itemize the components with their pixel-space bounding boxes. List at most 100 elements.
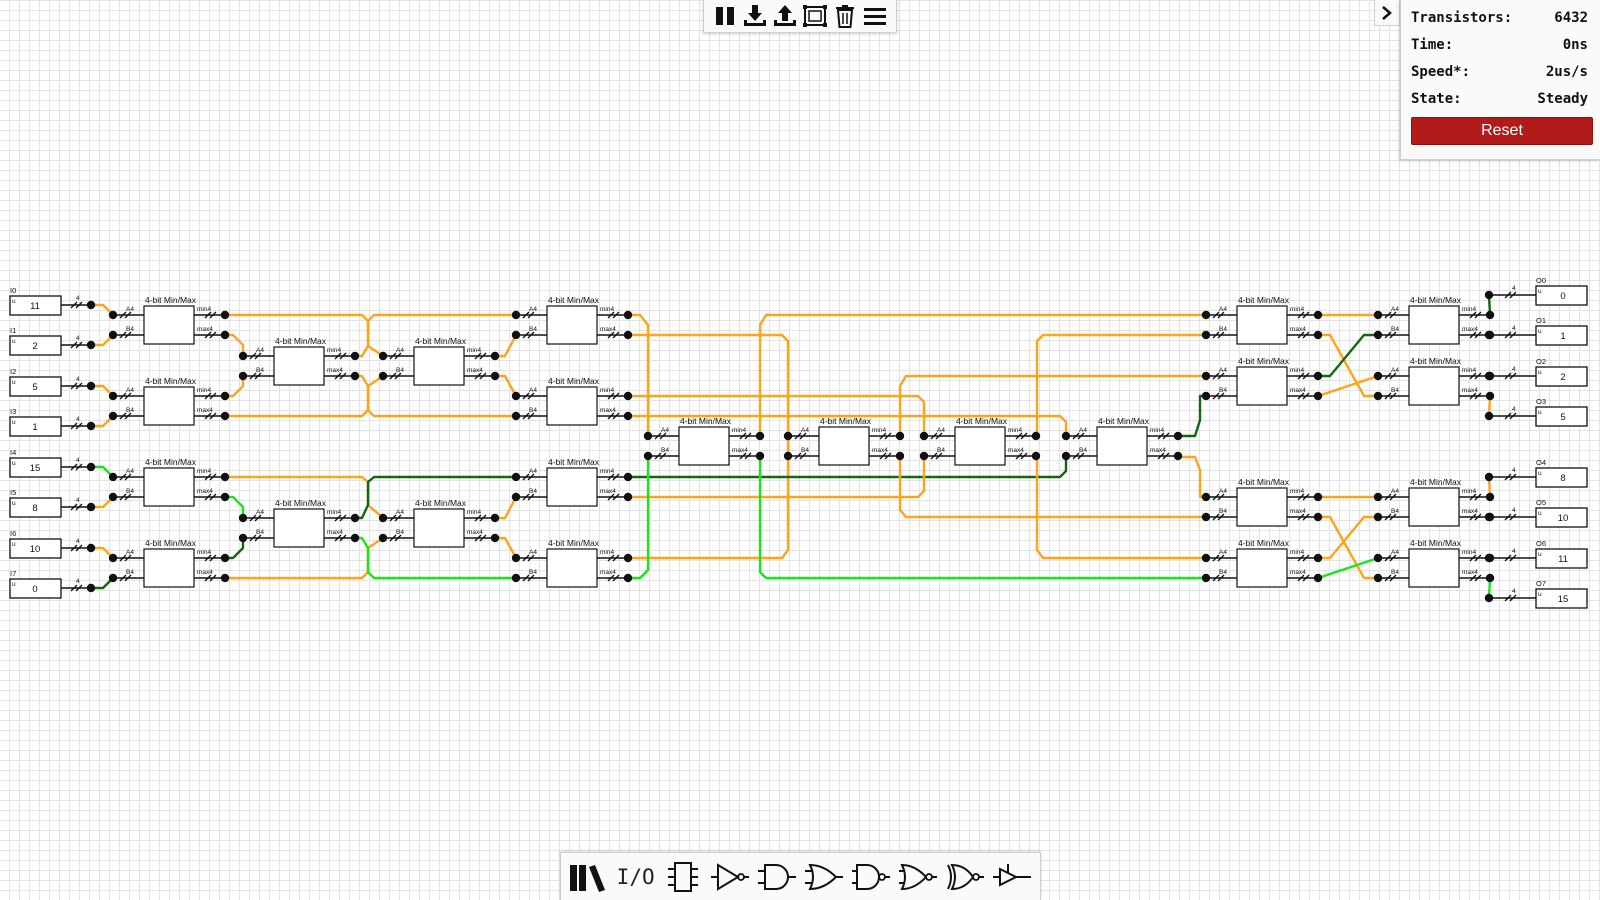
wire[interactable]: [495, 374, 518, 397]
connection-point[interactable]: [378, 351, 388, 361]
minmax-component[interactable]: 4-bit Min/Max A4 min4 B4 max4: [511, 295, 633, 345]
connection-point[interactable]: [1201, 573, 1211, 583]
wire[interactable]: [1317, 374, 1379, 398]
minmax-component[interactable]: 4-bit Min/Max A4 min4 B4 max4: [108, 376, 230, 426]
connection-point[interactable]: [623, 573, 633, 583]
component-body[interactable]: [818, 426, 870, 466]
connection-point[interactable]: [623, 411, 633, 421]
connection-point[interactable]: [108, 573, 118, 583]
component-body[interactable]: [273, 346, 325, 386]
connection-point[interactable]: [238, 533, 248, 543]
minmax-component[interactable]: 4-bit Min/Max A4 min4 B4 max4: [1201, 538, 1323, 588]
wire[interactable]: [1318, 333, 1378, 378]
component-body[interactable]: [143, 467, 195, 507]
connection-point[interactable]: [1173, 451, 1183, 461]
connection-point[interactable]: [86, 502, 96, 512]
component-body[interactable]: [1236, 487, 1288, 527]
output-o6[interactable]: 4 O6 u 11: [1484, 539, 1588, 569]
connection-point[interactable]: [490, 513, 500, 523]
wire[interactable]: [1178, 394, 1206, 438]
connection-point[interactable]: [623, 330, 633, 340]
minmax-component[interactable]: 4-bit Min/Max A4 min4 B4 max4: [1373, 356, 1495, 406]
connection-point[interactable]: [378, 513, 388, 523]
component-body[interactable]: [1096, 426, 1148, 466]
menu-button[interactable]: [862, 3, 888, 29]
nand-gate-tool[interactable]: [848, 857, 895, 897]
output-o5[interactable]: 4 O5 u 10: [1484, 498, 1588, 528]
connection-point[interactable]: [220, 310, 230, 320]
connection-point[interactable]: [1485, 391, 1495, 401]
connection-point[interactable]: [511, 472, 521, 482]
component-body[interactable]: [1408, 366, 1460, 406]
connection-point[interactable]: [490, 533, 500, 543]
wire[interactable]: [495, 334, 518, 358]
wire[interactable]: [1035, 457, 1206, 560]
input-i1[interactable]: I1 u 2 4: [9, 326, 96, 356]
connection-point[interactable]: [238, 513, 248, 523]
component-body[interactable]: [1236, 305, 1288, 345]
delete-button[interactable]: [832, 3, 858, 29]
connection-point[interactable]: [86, 340, 96, 350]
minmax-component[interactable]: 4-bit Min/Max A4 min4 B4 max4: [643, 416, 765, 466]
connection-point[interactable]: [511, 330, 521, 340]
connection-point[interactable]: [220, 573, 230, 583]
component-body[interactable]: [1408, 487, 1460, 527]
connection-point[interactable]: [919, 431, 929, 441]
connection-point[interactable]: [1031, 451, 1041, 461]
minmax-component[interactable]: 4-bit Min/Max A4 min4 B4 max4: [919, 416, 1041, 466]
connection-point[interactable]: [350, 513, 360, 523]
connection-point[interactable]: [623, 553, 633, 563]
connection-point[interactable]: [1485, 492, 1495, 502]
connection-point[interactable]: [1373, 553, 1383, 563]
component-body[interactable]: [546, 386, 598, 426]
component-body[interactable]: [143, 548, 195, 588]
input-i6[interactable]: I6 u 10 4: [9, 529, 96, 559]
connection-point[interactable]: [1061, 451, 1071, 461]
connection-point[interactable]: [108, 492, 118, 502]
nor-gate-tool[interactable]: [895, 857, 942, 897]
circuit-canvas[interactable]: 4-bit Min/Max A4 min4 B4 max4 4-bit Min/Max A4…: [0, 0, 1600, 900]
component-body[interactable]: [1236, 548, 1288, 588]
connection-point[interactable]: [1373, 512, 1383, 522]
connection-point[interactable]: [220, 492, 230, 502]
minmax-component[interactable]: 4-bit Min/Max A4 min4 B4 max4: [1201, 356, 1323, 406]
minmax-component[interactable]: 4-bit Min/Max A4 min4 B4 max4: [783, 416, 905, 466]
chip-tool[interactable]: [659, 857, 706, 897]
connection-point[interactable]: [1313, 492, 1323, 502]
minmax-component[interactable]: 4-bit Min/Max A4 min4 B4 max4: [108, 538, 230, 588]
minmax-component[interactable]: 4-bit Min/Max A4 min4 B4 max4: [238, 498, 360, 548]
tristate-buffer-tool[interactable]: [989, 857, 1036, 897]
connection-point[interactable]: [350, 371, 360, 381]
component-body[interactable]: [546, 548, 598, 588]
output-o4[interactable]: 4 O4 u 8: [1484, 458, 1588, 488]
connection-point[interactable]: [1201, 391, 1211, 401]
connection-point[interactable]: [108, 310, 118, 320]
wire[interactable]: [1317, 556, 1379, 580]
connection-point[interactable]: [86, 462, 96, 472]
minmax-component[interactable]: 4-bit Min/Max A4 min4 B4 max4: [108, 457, 230, 507]
output-o2[interactable]: 4 O2 u 2: [1484, 357, 1588, 387]
component-body[interactable]: [413, 508, 465, 548]
wire[interactable]: [1318, 515, 1378, 560]
connection-point[interactable]: [511, 553, 521, 563]
download-button[interactable]: [742, 3, 768, 29]
not-gate-tool[interactable]: [706, 857, 753, 897]
connection-point[interactable]: [511, 411, 521, 421]
connection-point[interactable]: [643, 451, 653, 461]
connection-point[interactable]: [1373, 371, 1383, 381]
connection-point[interactable]: [220, 330, 230, 340]
wire[interactable]: [1178, 455, 1206, 499]
wire[interactable]: [495, 536, 518, 559]
wire[interactable]: [495, 496, 518, 520]
connection-point[interactable]: [1201, 310, 1211, 320]
minmax-component[interactable]: 4-bit Min/Max A4 min4 B4 max4: [1373, 295, 1495, 345]
connection-point[interactable]: [86, 543, 96, 553]
connection-point[interactable]: [783, 431, 793, 441]
connection-point[interactable]: [1201, 330, 1211, 340]
minmax-component[interactable]: 4-bit Min/Max A4 min4 B4 max4: [511, 376, 633, 426]
connection-point[interactable]: [511, 492, 521, 502]
reset-button[interactable]: Reset: [1411, 117, 1593, 145]
minmax-component[interactable]: 4-bit Min/Max A4 min4 B4 max4: [511, 538, 633, 588]
connection-point[interactable]: [1485, 573, 1495, 583]
collapse-panel-button[interactable]: [1374, 0, 1400, 26]
